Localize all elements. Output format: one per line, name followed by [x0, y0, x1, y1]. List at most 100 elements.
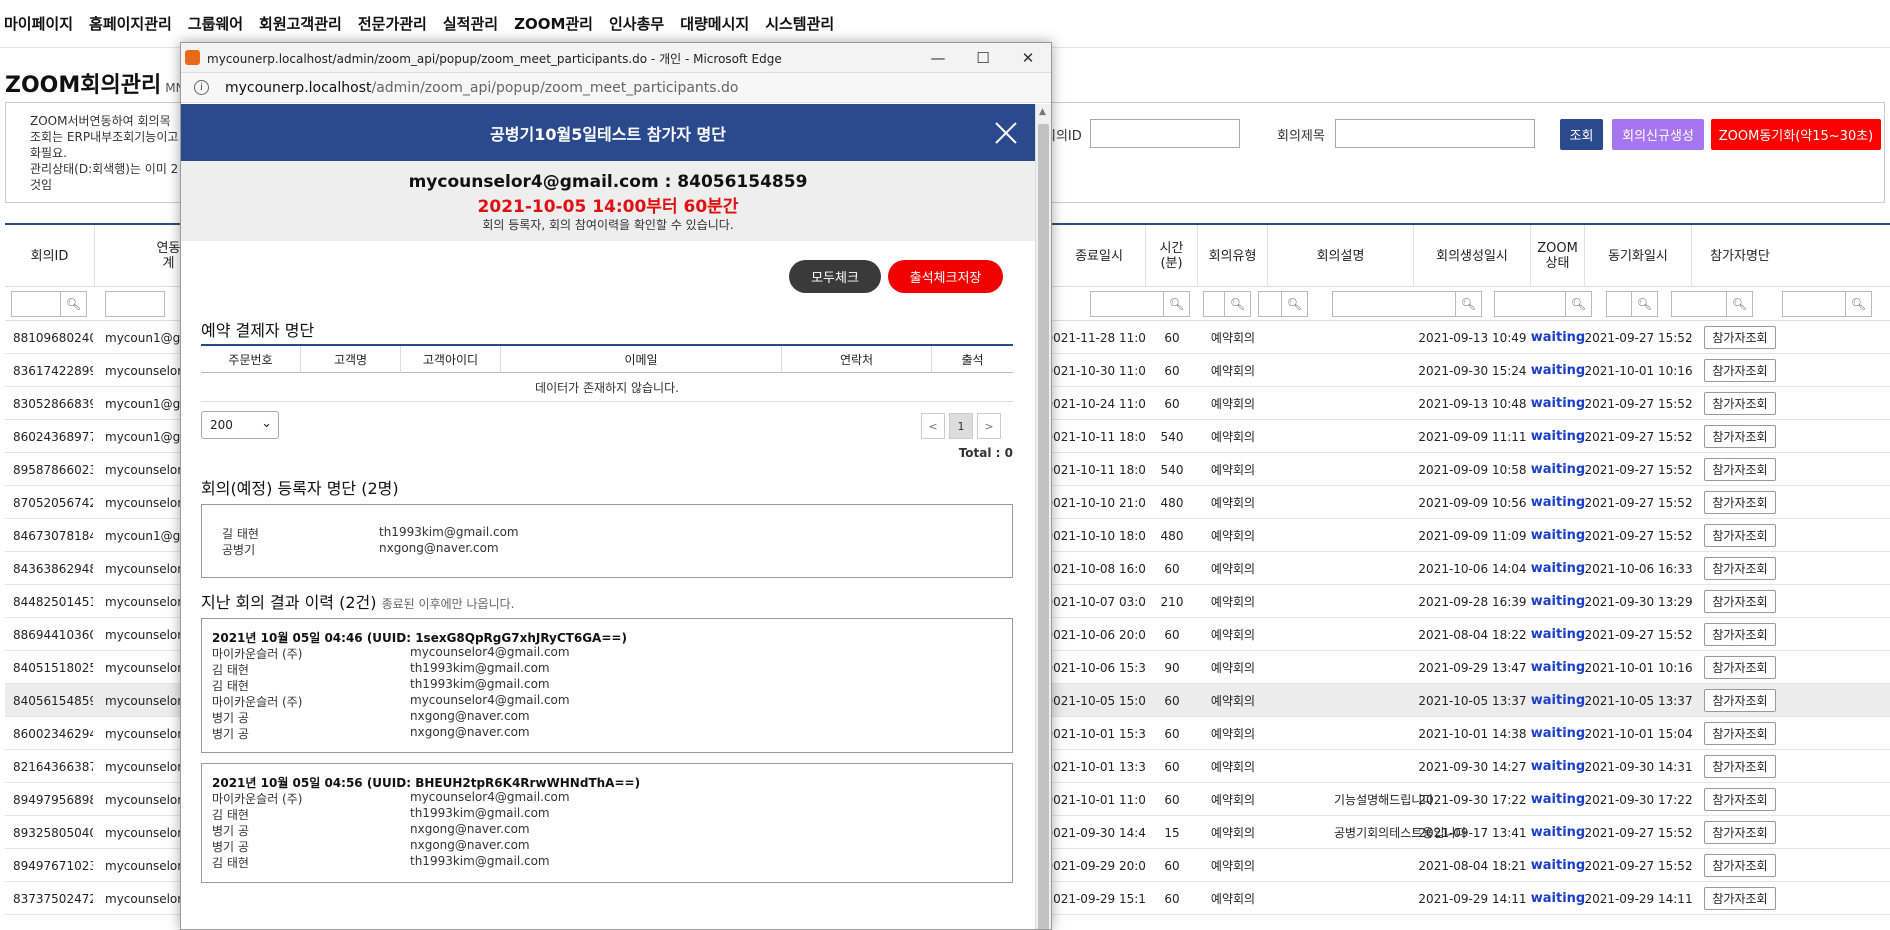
popup-scrollbar[interactable]: ▲ — [1035, 104, 1051, 929]
cell-user: mycoun1@gn — [105, 528, 185, 543]
close-window-icon[interactable]: ✕ — [1008, 46, 1048, 70]
cell-type: 예약회의 — [1210, 397, 1256, 411]
zoom-sync-button[interactable]: ZOOM동기화(약15~30초) — [1711, 119, 1881, 150]
save-attendance-button[interactable]: 출석체크저장 — [888, 260, 1003, 293]
cell-end: 2021-10-05 15:00 — [1053, 693, 1146, 708]
filter-user[interactable] — [105, 291, 165, 317]
cell-status: waiting — [1531, 594, 1585, 609]
nav-item[interactable]: 실적관리 — [443, 13, 498, 34]
filter-duration[interactable]: 🔍︎ — [1203, 291, 1251, 317]
nav-item[interactable]: 회원고객관리 — [259, 13, 342, 34]
maximize-icon[interactable]: ☐ — [963, 46, 1003, 70]
cell-id: 86002346294 — [13, 726, 93, 741]
view-participants-button[interactable]: 참가자조회 — [1704, 821, 1776, 844]
filter-created[interactable]: 🔍︎ — [1494, 291, 1592, 317]
view-participants-button[interactable]: 참가자조회 — [1704, 887, 1776, 910]
nav-item[interactable]: ZOOM관리 — [514, 13, 593, 34]
address-url[interactable]: mycounerp.localhost/admin/zoom_api/popup… — [225, 80, 738, 96]
search-button[interactable]: 조회 — [1560, 119, 1603, 150]
info-icon[interactable]: i — [194, 80, 209, 95]
search-icon[interactable]: 🔍︎ — [1163, 292, 1189, 316]
info-line: 조회는 ERP내부조회기능이고 — [30, 130, 179, 144]
close-icon[interactable] — [994, 121, 1018, 145]
cell-sync: 2021-09-27 15:52 — [1585, 528, 1692, 543]
cell-id: 87052056742 — [13, 495, 93, 510]
filter-description[interactable]: 🔍︎ — [1332, 291, 1482, 317]
view-participants-button[interactable]: 참가자조회 — [1704, 623, 1776, 646]
search-icon[interactable]: 🔍︎ — [1845, 292, 1871, 316]
page-1-button[interactable]: 1 — [949, 413, 973, 439]
scrollbar-thumb[interactable] — [1038, 124, 1049, 929]
cell-created: 2021-09-30 15:24 — [1418, 363, 1527, 378]
search-icon[interactable]: 🔍︎ — [1565, 292, 1591, 316]
view-participants-button[interactable]: 참가자조회 — [1704, 854, 1776, 877]
filter-end[interactable]: 🔍︎ — [1090, 291, 1190, 317]
participant-name: 병기 공 — [212, 727, 249, 741]
next-page-button[interactable]: > — [977, 413, 1001, 439]
meeting-id-input[interactable] — [1090, 119, 1240, 148]
search-icon[interactable]: 🔍︎ — [1224, 292, 1250, 316]
minimize-icon[interactable]: — — [918, 46, 958, 70]
filter-zoom-status[interactable]: 🔍︎ — [1606, 291, 1658, 317]
view-participants-button[interactable]: 참가자조회 — [1704, 491, 1776, 514]
cell-type: 예약회의 — [1210, 793, 1256, 807]
cell-status: waiting — [1531, 825, 1585, 840]
search-icon[interactable]: 🔍︎ — [60, 292, 86, 316]
nav-item[interactable]: 인사총무 — [609, 13, 664, 34]
filter-type[interactable]: 🔍︎ — [1258, 291, 1308, 317]
page-size-select[interactable]: 200 ⌄ — [201, 411, 279, 439]
filter-participants[interactable]: 🔍︎ — [1782, 291, 1872, 317]
popup-header: 공병기10월5일테스트 참가자 명단 — [181, 104, 1035, 161]
view-participants-button[interactable]: 참가자조회 — [1704, 458, 1776, 481]
view-participants-button[interactable]: 참가자조회 — [1704, 590, 1776, 613]
cell-user: mycounselor4 — [105, 858, 185, 873]
search-icon[interactable]: 🔍︎ — [1631, 292, 1657, 316]
col-customer-name: 고객명 — [301, 346, 401, 373]
new-meeting-button[interactable]: 회의신규생성 — [1612, 119, 1704, 150]
cell-id: 84482501451 — [13, 594, 93, 609]
view-participants-button[interactable]: 참가자조회 — [1704, 359, 1776, 382]
nav-item[interactable]: 대량메시지 — [680, 13, 749, 34]
view-participants-button[interactable]: 참가자조회 — [1704, 392, 1776, 415]
search-icon[interactable]: 🔍︎ — [1726, 292, 1752, 316]
nav-item[interactable]: 그룹웨어 — [188, 13, 243, 34]
cell-status: waiting — [1531, 627, 1585, 642]
cell-id: 84363862948 — [13, 561, 93, 576]
registrant-name: 공병기 — [222, 543, 256, 557]
prev-page-button[interactable]: < — [921, 413, 945, 439]
view-participants-button[interactable]: 참가자조회 — [1704, 788, 1776, 811]
meeting-title-input[interactable] — [1335, 119, 1535, 148]
filter-meeting-id[interactable]: 🔍︎ — [11, 291, 87, 317]
nav-item[interactable]: 시스템관리 — [765, 13, 834, 34]
history-box: 2021년 10월 05일 04:56 (UUID: BHEUH2tpR6K4R… — [201, 763, 1013, 883]
cell-user: mycounselor4 — [105, 462, 185, 477]
cell-end: 2021-10-07 03:00 — [1053, 594, 1146, 609]
cell-sync: 2021-09-27 15:52 — [1585, 429, 1692, 444]
view-participants-button[interactable]: 참가자조회 — [1704, 722, 1776, 745]
col-customer-id: 고객아이디 — [401, 346, 501, 373]
view-participants-button[interactable]: 참가자조회 — [1704, 755, 1776, 778]
cell-user: mycounselor4 — [105, 759, 185, 774]
payment-table: 주문번호 고객명 고객아이디 이메일 연락처 출석 데이터가 존재하지 않습니다… — [201, 344, 1013, 402]
nav-item[interactable]: 홈페이지관리 — [89, 13, 172, 34]
check-all-button[interactable]: 모두체크 — [789, 260, 881, 293]
nav-item[interactable]: 전문가관리 — [358, 13, 427, 34]
view-participants-button[interactable]: 참가자조회 — [1704, 656, 1776, 679]
nav-item[interactable]: 마이페이지 — [4, 13, 73, 34]
filter-sync[interactable]: 🔍︎ — [1671, 291, 1753, 317]
scroll-up-icon[interactable]: ▲ — [1039, 107, 1046, 117]
col-participants: 참가자명단 — [1710, 248, 1770, 264]
col-duration: 시간 (분) — [1146, 225, 1198, 287]
view-participants-button[interactable]: 참가자조회 — [1704, 524, 1776, 547]
col-meeting-id: 회의ID — [5, 225, 95, 287]
search-icon[interactable]: 🔍︎ — [1281, 292, 1307, 316]
view-participants-button[interactable]: 참가자조회 — [1704, 326, 1776, 349]
view-participants-button[interactable]: 참가자조회 — [1704, 425, 1776, 448]
participant-email: mycounselor4@gmail.com — [410, 790, 570, 804]
view-participants-button[interactable]: 참가자조회 — [1704, 557, 1776, 580]
cell-user: mycoun1@gn — [105, 330, 185, 345]
cell-sync: 2021-10-06 16:33 — [1585, 561, 1692, 576]
search-icon[interactable]: 🔍︎ — [1455, 292, 1481, 316]
cell-sync: 2021-10-01 10:16 — [1585, 363, 1692, 378]
view-participants-button[interactable]: 참가자조회 — [1704, 689, 1776, 712]
